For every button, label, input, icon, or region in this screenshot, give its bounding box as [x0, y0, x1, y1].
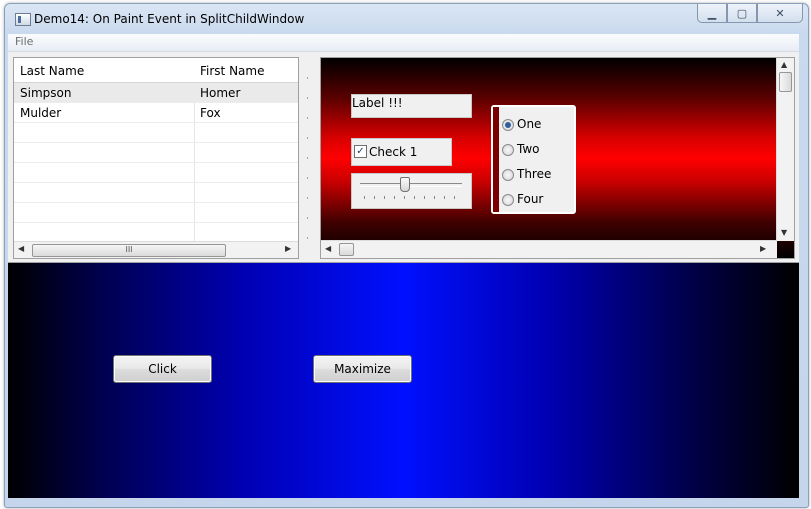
scroll-left-arrow-icon[interactable]: ◀	[18, 244, 24, 253]
names-table[interactable]: Last Name First Name Simpson Homer Mulde…	[13, 57, 299, 259]
radio-label: Three	[517, 167, 552, 181]
red-panel-horizontal-scrollbar[interactable]: ◀ ▶	[321, 240, 777, 258]
checkbox-checked-icon[interactable]: ✓	[354, 145, 367, 158]
empty-row	[14, 223, 298, 243]
slider-track[interactable]	[360, 183, 462, 187]
app-icon[interactable]	[15, 13, 31, 26]
empty-row	[14, 163, 298, 183]
scroll-down-arrow-icon[interactable]: ▼	[781, 228, 787, 237]
red-panel-vertical-scrollbar[interactable]: ▲ ▼	[776, 58, 794, 241]
scroll-left-arrow-icon[interactable]: ◀	[325, 244, 331, 253]
table-header: Last Name First Name	[14, 58, 298, 83]
minimize-icon: ▁	[707, 6, 717, 20]
table-row[interactable]: Mulder Fox	[14, 103, 298, 123]
blue-paint-panel: Click Maximize	[8, 262, 799, 498]
cell-first-name: Fox	[200, 106, 221, 120]
checkbox-label: Check 1	[369, 145, 418, 159]
empty-row	[14, 123, 298, 143]
radio-unselected-icon[interactable]	[502, 169, 514, 181]
menu-bar: File	[8, 34, 799, 52]
radio-label: Two	[517, 142, 540, 156]
grip-icon: III	[125, 245, 133, 254]
table-row[interactable]: Simpson Homer	[14, 83, 298, 103]
table-horizontal-scrollbar[interactable]: ◀ III ▶	[14, 241, 298, 258]
static-label-text: Label !!!	[352, 96, 403, 110]
empty-row	[14, 203, 298, 223]
static-label: Label !!!	[351, 94, 472, 118]
slider-thumb[interactable]	[400, 177, 410, 192]
radio-one[interactable]: One	[502, 116, 572, 134]
minimize-button[interactable]: ▁	[697, 4, 727, 23]
scroll-thumb[interactable]: III	[32, 244, 226, 257]
radio-four[interactable]: Four	[502, 191, 572, 209]
client-area: Last Name First Name Simpson Homer Mulde…	[8, 52, 799, 498]
menu-file[interactable]: File	[15, 35, 33, 48]
maximize-action-button[interactable]: Maximize	[313, 355, 412, 383]
vertical-splitter[interactable]	[305, 57, 311, 257]
radio-unselected-icon[interactable]	[502, 144, 514, 156]
click-button[interactable]: Click	[113, 355, 212, 383]
red-gradient-canvas: Label !!! ✓ Check 1 One Two Three Four	[321, 58, 772, 239]
scroll-right-arrow-icon[interactable]: ▶	[760, 244, 766, 253]
scroll-up-arrow-icon[interactable]: ▲	[781, 60, 787, 69]
scroll-right-arrow-icon[interactable]: ▶	[285, 244, 291, 253]
cell-last-name: Simpson	[20, 86, 72, 100]
column-header-first-name[interactable]: First Name	[200, 64, 264, 78]
radio-label: One	[517, 117, 542, 131]
title-bar[interactable]: Demo14: On Paint Event in SplitChildWind…	[5, 4, 808, 34]
cell-first-name: Homer	[200, 86, 241, 100]
slider[interactable]	[351, 173, 472, 209]
caption-buttons: ▁ ▢ ✕	[697, 4, 803, 24]
close-button[interactable]: ✕	[757, 4, 803, 23]
radio-three[interactable]: Three	[502, 166, 572, 184]
radio-group: One Two Three Four	[491, 105, 576, 214]
check-1-checkbox[interactable]: ✓ Check 1	[351, 138, 452, 166]
radio-unselected-icon[interactable]	[502, 194, 514, 206]
scroll-thumb[interactable]	[779, 72, 792, 92]
red-paint-panel: Label !!! ✓ Check 1 One Two Three Four ▲…	[320, 57, 795, 259]
cell-last-name: Mulder	[20, 106, 62, 120]
slider-ticks	[364, 196, 464, 199]
close-icon: ✕	[775, 6, 785, 20]
maximize-button[interactable]: ▢	[727, 4, 757, 23]
radio-label: Four	[517, 192, 544, 206]
empty-row	[14, 143, 298, 163]
radio-selected-icon[interactable]	[502, 119, 514, 131]
empty-row	[14, 183, 298, 203]
radio-two[interactable]: Two	[502, 141, 572, 159]
column-header-last-name[interactable]: Last Name	[20, 64, 84, 78]
scroll-thumb[interactable]	[339, 243, 354, 256]
maximize-icon: ▢	[736, 6, 748, 20]
window-title: Demo14: On Paint Event in SplitChildWind…	[34, 12, 305, 26]
